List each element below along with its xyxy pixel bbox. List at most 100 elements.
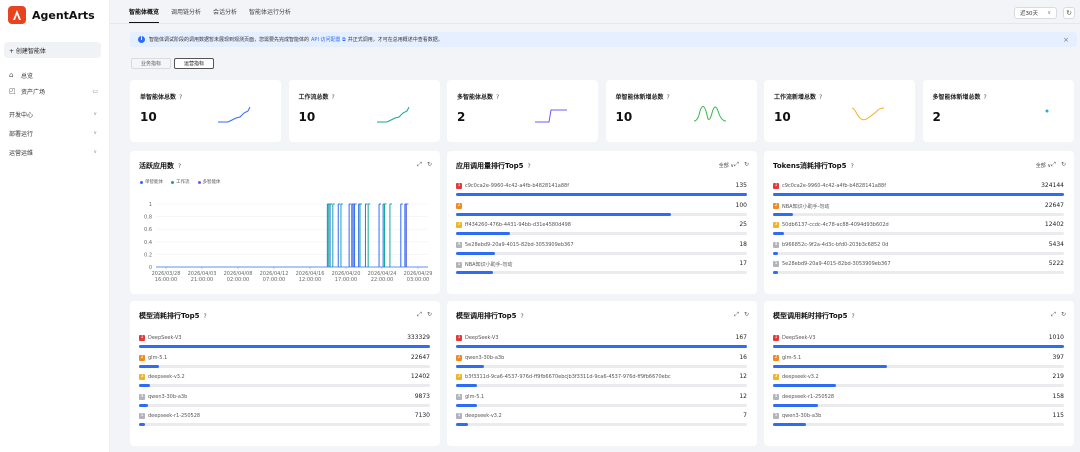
sparkline [218,106,251,123]
help-icon[interactable]: ? [528,163,531,170]
help-icon[interactable]: ? [984,94,987,101]
rank-label: deepseek-v3.2 [465,413,502,419]
tab-operation-metrics[interactable]: 运营指标 [174,58,215,69]
rank-row[interactable]: 5 5e28ebd9-20a9-4015-82bd-3053909eb367 52… [773,260,1064,281]
rank-row[interactable]: 2 glm-5.1 22647 [139,354,430,375]
rank-bar-fill [139,345,430,348]
rank-value: 12 [739,373,747,380]
expand-icon[interactable]: ⤢ [1051,161,1056,168]
monitor-icon: ▭ [92,87,98,95]
help-icon[interactable]: ? [179,94,182,101]
chevron-down-icon: ∨ [93,130,97,136]
rank-value: 16 [739,353,747,361]
help-icon[interactable]: ? [851,163,854,170]
rank-label: 5e28ebd9-20a9-4015-82bd-3053909eb367 [465,241,574,248]
chevron-down-icon: ∨ [93,111,97,117]
expand-icon[interactable]: ⤢ [1051,311,1056,318]
rank-row[interactable]: 2 qwen3-30b-a3b 16 [456,353,747,375]
rank-row[interactable]: 2 100 [456,202,747,223]
rank-list: 1 DeepSeek-V3 167 2 qwen3-30b-a3b 16 3 b3f3… [456,334,747,433]
api-config-link[interactable]: API 访问配置 ⧉ [311,36,346,43]
rank-badge: 2 [773,203,779,209]
rank-badge: 5 [773,413,779,419]
kpi-card-single-agent-total: 单智能体总数? 10 [130,80,281,142]
refresh-button[interactable]: ↻ [1063,7,1075,19]
sidebar-item-operations[interactable]: 运营运维 ∨ [0,145,110,159]
tab-runtime-analysis[interactable]: 智能体运行分析 [249,6,291,23]
tab-session-analysis[interactable]: 会话分析 [213,6,237,23]
sparkline [693,106,726,122]
rank-row[interactable]: 2 glm-5.1 397 [773,354,1064,375]
rank-row[interactable]: 1 DeepSeek-V3 167 [456,334,747,355]
rank-bar-fill [456,193,747,196]
rank-value: 25 [739,221,747,228]
rank-value: 5222 [1048,260,1064,267]
rank-row[interactable]: 1 DeepSeek-V3 1010 [773,334,1064,355]
expand-icon[interactable]: ⤢ [734,311,739,318]
kpi-card-workflow-total: 工作流总数? 10 [288,80,440,142]
refresh-icon[interactable]: ↻ [1061,161,1066,168]
tab-trace-analysis[interactable]: 调用链分析 [171,6,201,23]
expand-icon[interactable]: ⤢ [417,311,422,318]
close-icon[interactable]: × [1063,36,1069,44]
rank-row[interactable]: 3 b3f3311d-9ca6-4537-976d-ff9fb6670ebcjb3… [456,373,747,394]
rank-bar-fill [139,403,148,407]
panel-title: 模型消耗排行Top5? [139,312,207,320]
rank-row[interactable]: 5 NBA知识小助手-勿动 17 [456,260,747,281]
rank-row[interactable]: 3 deepseek-v3.2 12402 [139,373,430,394]
rank-bar-fill [456,251,495,255]
tab-agent-overview[interactable]: 智能体概览 [129,6,160,23]
rank-badge: 5 [773,261,779,267]
rank-value: 5434 [1048,240,1064,248]
sidebar-item-dev-center[interactable]: 开发中心 ∨ [0,107,110,121]
rank-bar-fill [139,364,159,368]
rank-value: 1010 [1048,334,1064,341]
sidebar-item-overview[interactable]: ⌂ 总览 [0,68,110,82]
rank-row[interactable]: 3 50db6137-ccdc-4c78-ac88-4094d93b602d 12… [773,221,1064,242]
rank-row[interactable]: 1 DeepSeek-V3 333329 [139,334,430,355]
help-icon[interactable]: ? [332,94,335,101]
refresh-icon[interactable]: ↻ [427,311,432,318]
help-icon[interactable]: ? [819,94,822,101]
help-icon[interactable]: ? [521,313,524,320]
refresh-icon[interactable]: ↻ [744,311,749,318]
rank-row[interactable]: 4 qwen3-30b-a3b 9873 [139,393,430,414]
rank-row[interactable]: 3 deepseek-v3.2 219 [773,373,1064,394]
rank-badge: 5 [456,261,462,268]
kpi-value: 10 [298,110,316,124]
app-logo[interactable]: AgentArts [8,6,95,24]
rank-row[interactable]: 5 qwen3-30b-a3b 115 [773,412,1064,433]
help-icon[interactable]: ? [496,94,499,101]
sidebar-item-asset-plaza[interactable]: ◰ 资产广场 ▭ [0,84,110,98]
rank-row[interactable]: 1 c9c0ca2e-9960-4c42-a4fb-b4828141a88f 13… [456,182,747,203]
tab-business-metrics[interactable]: 业务指标 [131,58,172,69]
sidebar-item-deploy[interactable]: 部署运行 ∨ [0,126,110,140]
rank-label: DeepSeek-V3 [465,335,499,341]
active-apps-panel: 活跃应用数? ⤢ ↻ 单智能体 工作流 多智能体 1 0.8 0.6 0.4 0.2 0 20… [130,151,440,294]
rank-bar-fill [456,212,672,216]
create-agent-button[interactable]: + 创建智能体 [4,42,101,58]
expand-icon[interactable]: ⤢ [734,161,739,168]
panel-tokens-rank: Tokens消耗排行Top5? 全部 ∨ ⤢ ↻ 1 c9c0ca2e-9960-4c4… [764,151,1074,294]
rank-row[interactable]: 5 deepseek-v3.2 7 [456,412,747,433]
help-icon[interactable]: ? [204,313,207,320]
rank-row[interactable]: 5 deepseek-r1-250528 7130 [139,412,430,433]
rank-bar-fill [456,384,477,387]
rank-row[interactable]: 4 5e28ebd9-20a9-4015-82bd-3053909eb367 18 [456,241,747,262]
time-range-select[interactable]: 近30天 ∨ [1014,7,1057,19]
rank-bar-track [456,271,747,274]
rank-label: qwen3-30b-a3b [148,393,188,400]
info-banner: i 智能体调试阶段的调用数据暂未展现到观测页面，您需要先完成智能体的 API 访… [130,32,1077,47]
rank-row[interactable]: 2 NBA知识小助手-勿动 22647 [773,202,1064,223]
help-icon[interactable]: ? [852,313,855,320]
rank-row[interactable]: 4 glm-5.1 12 [456,393,747,414]
refresh-icon[interactable]: ↻ [744,161,749,168]
rank-row[interactable]: 4 b966852c-9f2a-4d3c-bfd0-203b3c6852 0d 5… [773,240,1064,262]
rank-row[interactable]: 1 c9c0ca2e-9960-4c42-a4fb-b4828141a88f 32… [773,182,1064,203]
help-icon[interactable]: ? [667,94,670,101]
kpi-value: 2 [457,110,466,124]
refresh-icon[interactable]: ↻ [1061,311,1066,318]
rank-row[interactable]: 4 deepseek-r1-250528 158 [773,393,1064,414]
rank-row[interactable]: 3 ff434260-476b-4431-94bb-d31e4580d498 25 [456,221,747,242]
time-range-value: 近30天 [1020,11,1038,17]
